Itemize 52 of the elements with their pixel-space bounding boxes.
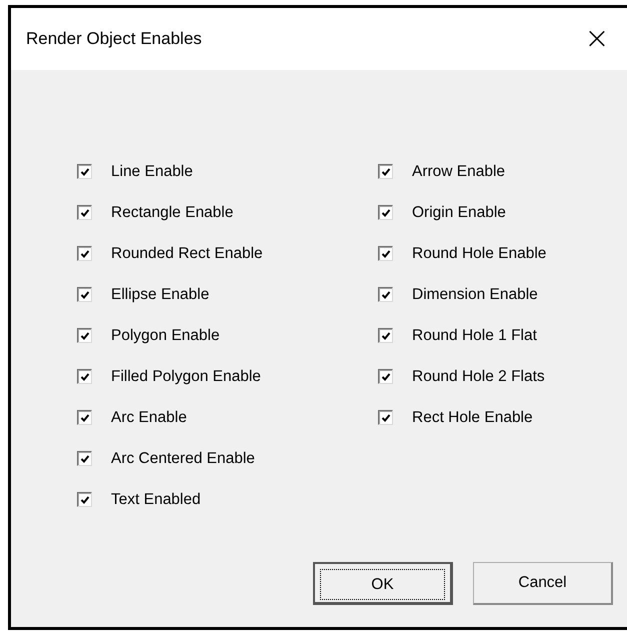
checkmark-icon <box>380 166 390 176</box>
checkbox-label[interactable]: Line Enable <box>111 162 193 180</box>
checkbox[interactable] <box>378 205 393 220</box>
checkbox-label[interactable]: Dimension Enable <box>412 286 538 304</box>
checkbox[interactable] <box>378 287 393 302</box>
checkmark-icon <box>380 372 390 382</box>
checkmark-icon <box>80 208 90 218</box>
checkbox[interactable] <box>77 410 92 425</box>
dialog-button[interactable]: Cancel <box>473 562 613 605</box>
checkbox-label[interactable]: Rectangle Enable <box>111 204 234 222</box>
checkbox-label[interactable]: Filled Polygon Enable <box>111 368 261 386</box>
checkmark-icon <box>380 248 390 258</box>
checkbox-label[interactable]: Arrow Enable <box>412 162 506 180</box>
checkmark-icon <box>80 330 90 340</box>
checkbox[interactable] <box>378 246 393 261</box>
checkmark-icon <box>80 454 90 464</box>
checkbox-label[interactable]: Polygon Enable <box>111 326 220 344</box>
checkmark-icon <box>80 166 90 176</box>
checkbox[interactable] <box>77 205 92 220</box>
checkbox[interactable] <box>77 492 92 507</box>
checkbox[interactable] <box>77 246 92 261</box>
checkbox-label[interactable]: Arc Centered Enable <box>111 450 255 468</box>
checkmark-icon <box>380 208 390 218</box>
checkbox[interactable] <box>378 369 393 384</box>
checkbox-label[interactable]: Round Hole Enable <box>412 244 546 262</box>
checkbox[interactable] <box>77 369 92 384</box>
checkmark-icon <box>80 248 90 258</box>
checkmark-icon <box>80 494 90 504</box>
checkbox-label[interactable]: Rounded Rect Enable <box>111 244 263 262</box>
window-title: Render Object Enables <box>26 29 202 49</box>
checkmark-icon <box>80 412 90 422</box>
checkbox[interactable] <box>77 164 92 179</box>
checkbox[interactable] <box>77 328 92 343</box>
dialog-button[interactable]: OK <box>313 562 453 605</box>
checkmark-icon <box>380 412 390 422</box>
checkbox[interactable] <box>77 451 92 466</box>
checkmark-icon <box>80 290 90 300</box>
checkmark-icon <box>80 372 90 382</box>
checkbox-label[interactable]: Rect Hole Enable <box>412 408 533 426</box>
checkbox-label[interactable]: Round Hole 2 Flats <box>412 368 545 386</box>
checkbox-label[interactable]: Ellipse Enable <box>111 286 210 304</box>
checkmark-icon <box>380 290 390 300</box>
checkbox-label[interactable]: Text Enabled <box>111 490 201 508</box>
checkbox[interactable] <box>378 328 393 343</box>
checkmark-icon <box>380 330 390 340</box>
checkbox[interactable] <box>378 410 393 425</box>
checkbox[interactable] <box>77 287 92 302</box>
checkbox-label[interactable]: Round Hole 1 Flat <box>412 326 537 344</box>
checkbox-label[interactable]: Origin Enable <box>412 204 506 222</box>
checkbox-label[interactable]: Arc Enable <box>111 408 187 426</box>
checkbox[interactable] <box>378 164 393 179</box>
close-button[interactable]: × <box>577 24 617 54</box>
